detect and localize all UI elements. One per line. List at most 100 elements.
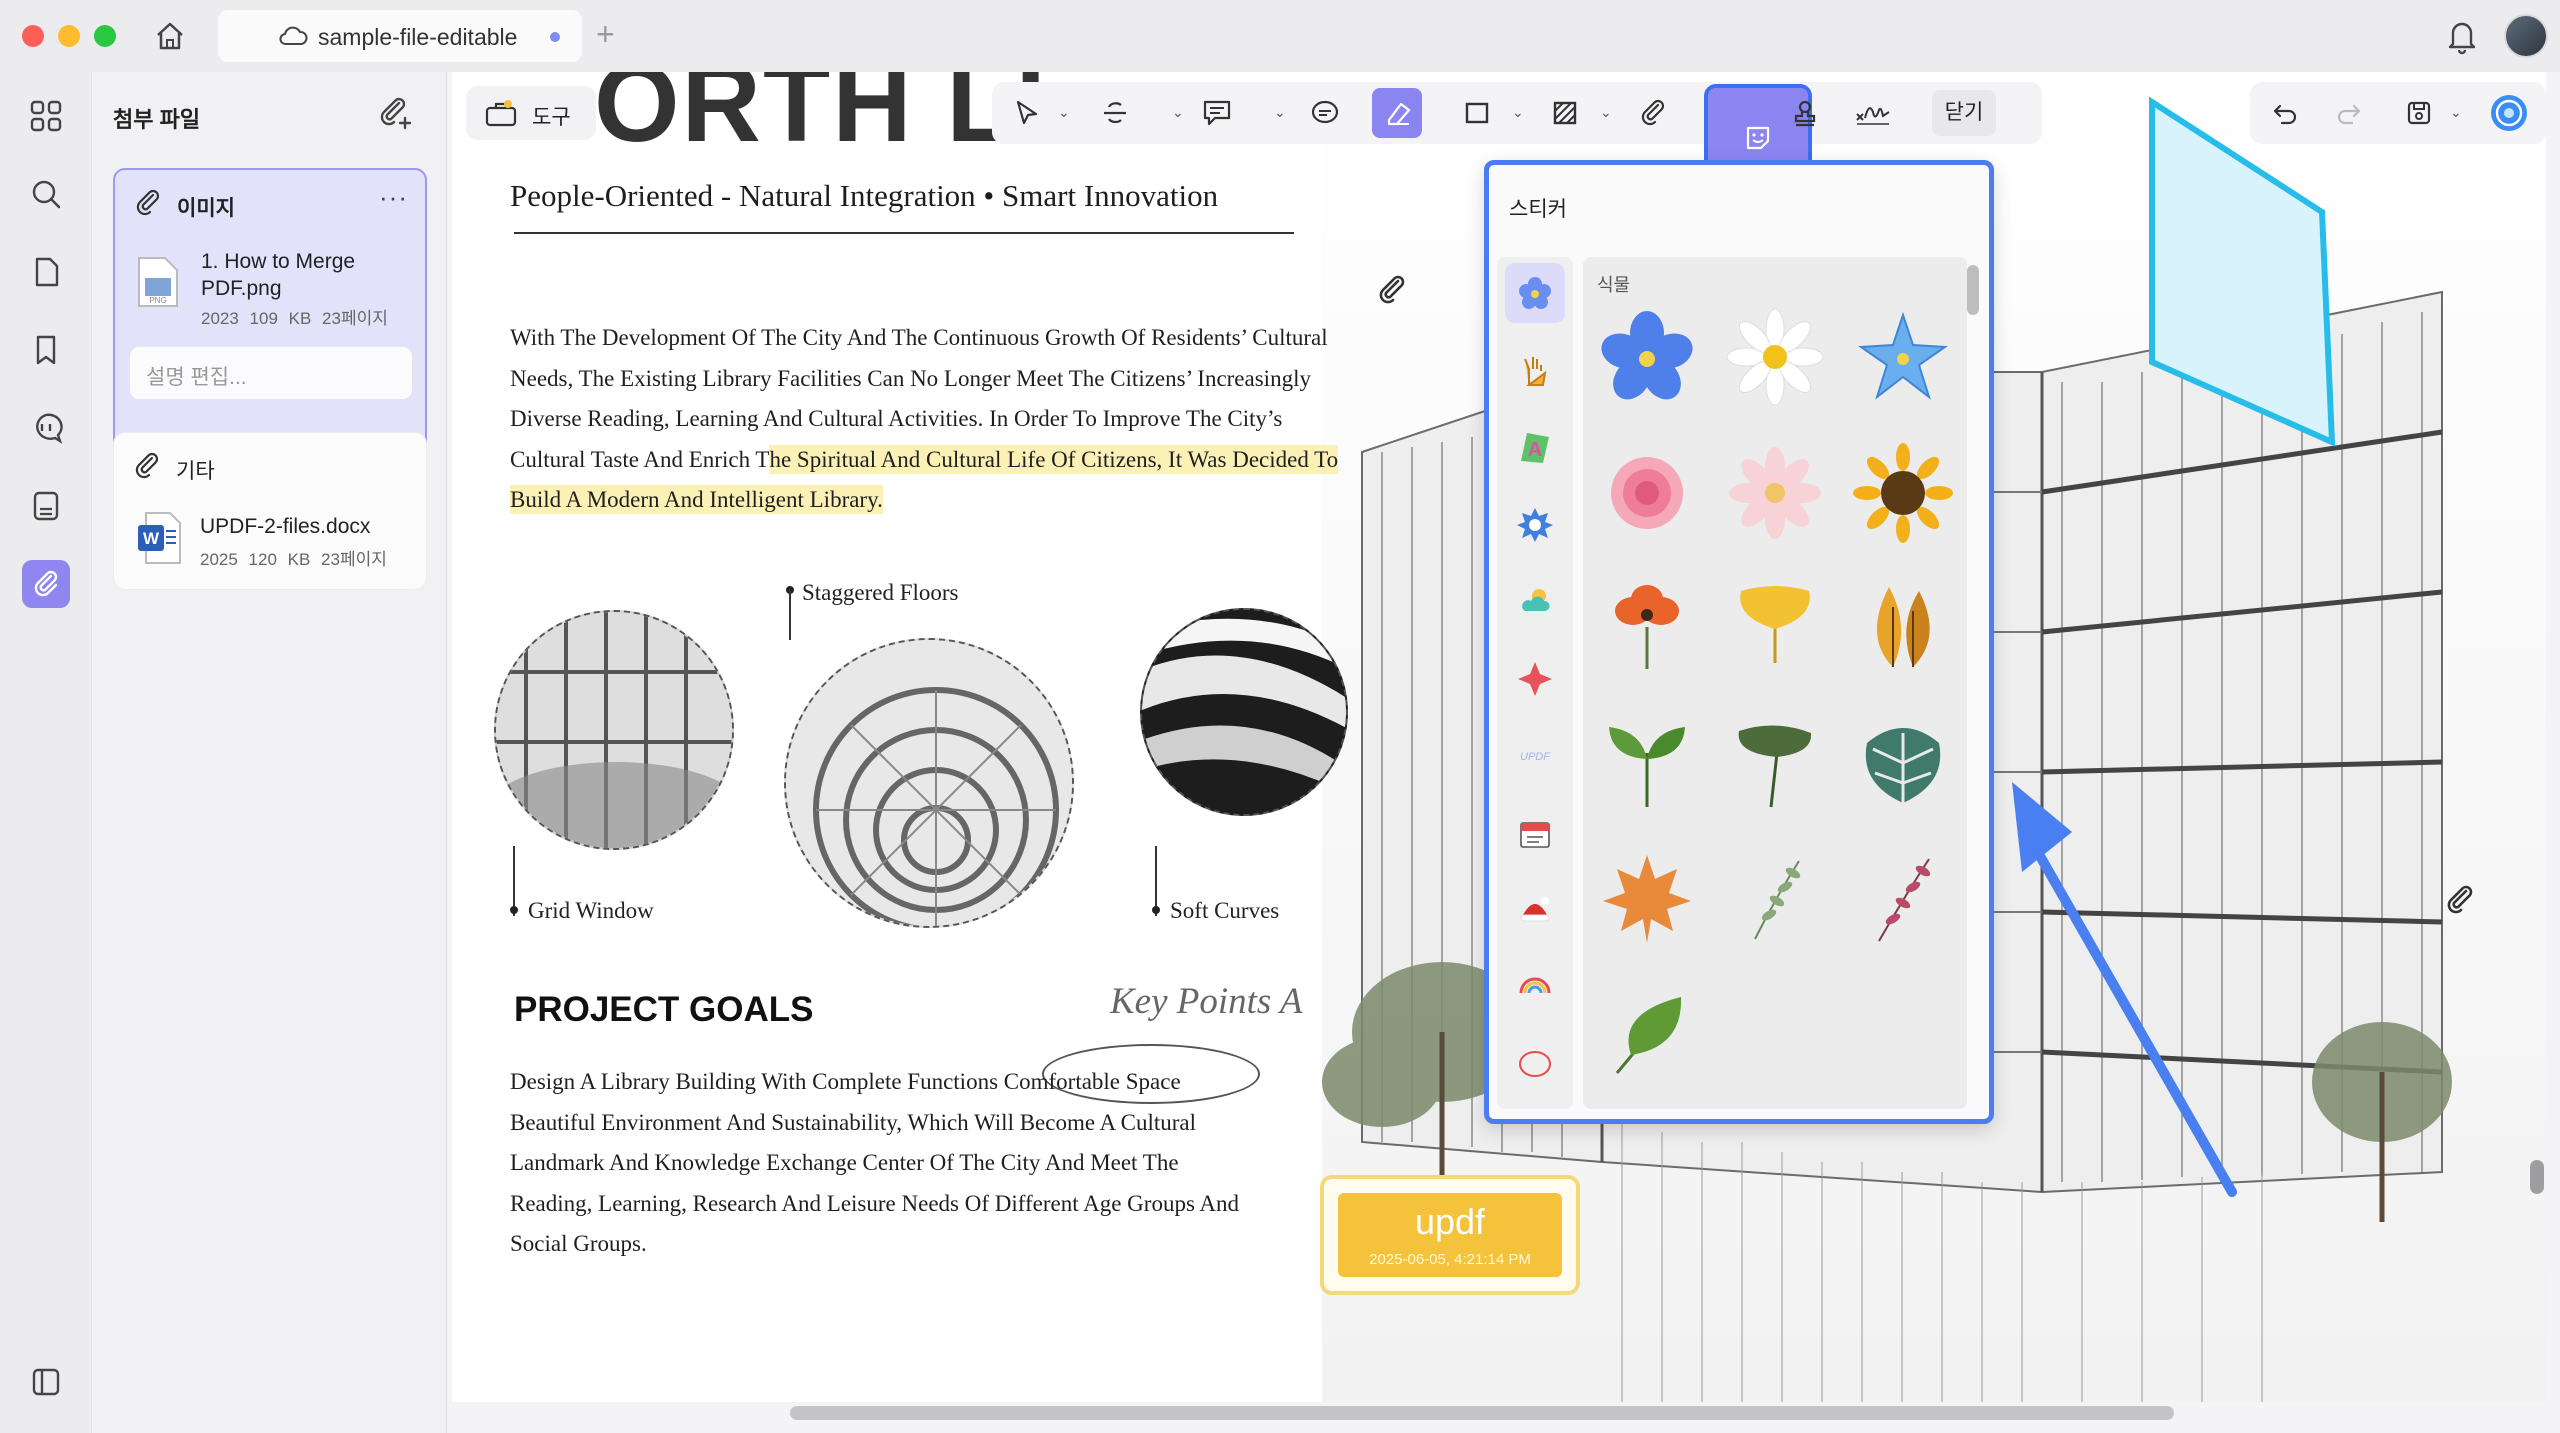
herb-sprig-sticker[interactable]: [1725, 849, 1825, 949]
monstera-leaf-sticker[interactable]: [1853, 713, 1953, 813]
category-emoji-icon[interactable]: [1505, 957, 1565, 1017]
subtitle-rule: [514, 232, 1294, 234]
text-comment-icon[interactable]: [1300, 88, 1350, 138]
add-attachment-icon[interactable]: [375, 92, 415, 137]
undo-icon[interactable]: [2260, 88, 2310, 138]
caption-soft-curves: Soft Curves: [1170, 898, 1280, 923]
bell-icon[interactable]: [2444, 16, 2480, 61]
attachment-card-other[interactable]: 기타 W UPDF-2-files.docx 2025 120 KB 23페이지: [113, 432, 427, 590]
orange-poppy-sticker[interactable]: [1597, 577, 1697, 677]
caption-staggered-floors: Staggered Floors: [802, 580, 959, 605]
attach-file-tool-icon[interactable]: [1628, 88, 1678, 138]
attachment-marker-icon[interactable]: [2442, 882, 2478, 929]
daisy-sticker[interactable]: [1725, 307, 1825, 407]
chevron-down-icon[interactable]: ⌄: [2450, 104, 2462, 121]
group-label-other: 기타: [176, 460, 215, 483]
key-points-handwriting[interactable]: Key Points A: [1110, 980, 1303, 1023]
updf-stamp[interactable]: updf 2025-06-05, 4:21:14 PM: [1320, 1175, 1580, 1295]
comments-icon[interactable]: [22, 404, 70, 452]
vertical-scrollbar[interactable]: [2530, 1160, 2544, 1194]
ginkgo-leaf-sticker[interactable]: [1725, 577, 1825, 677]
category-holiday-icon[interactable]: [1505, 879, 1565, 939]
tools-button[interactable]: 도구: [466, 86, 596, 140]
maple-leaf-sticker[interactable]: [1597, 849, 1697, 949]
area-highlight-tool-icon[interactable]: [1540, 88, 1590, 138]
horizontal-scrollbar[interactable]: [790, 1406, 2174, 1420]
stamp-tool-icon[interactable]: [1780, 88, 1830, 138]
minimize-window-button[interactable]: [58, 25, 80, 47]
sunflower-sticker[interactable]: [1853, 443, 1953, 543]
goals-paragraph: Design A Library Building With Complete …: [510, 1069, 1239, 1257]
chevron-down-icon[interactable]: ⌄: [1172, 104, 1184, 121]
pink-rose-sticker[interactable]: [1597, 443, 1697, 543]
caption-dot: [1152, 906, 1160, 914]
eraser-tool-icon[interactable]: [1372, 88, 1422, 138]
category-weather-icon[interactable]: [1505, 571, 1565, 631]
intro-paragraph: With The Development Of The City And The…: [510, 318, 1350, 521]
tropical-leaf-sticker[interactable]: [1725, 713, 1825, 813]
svg-text:W: W: [143, 529, 160, 548]
soft-curves-photo: [1140, 608, 1348, 816]
pink-daisy-sticker[interactable]: [1725, 443, 1825, 543]
new-tab-button[interactable]: +: [596, 14, 615, 54]
word-file-icon: W: [136, 511, 181, 564]
caption-grid-window: Grid Window: [528, 898, 654, 923]
autumn-leaves-sticker[interactable]: [1853, 577, 1953, 677]
category-gestures-icon[interactable]: [1505, 341, 1565, 401]
document-list-icon[interactable]: [22, 482, 70, 530]
save-icon[interactable]: [2394, 88, 2444, 138]
close-toolbar-button[interactable]: 닫기: [1932, 90, 1996, 136]
red-sprig-sticker[interactable]: [1853, 849, 1953, 949]
sidebar-toggle-icon[interactable]: [22, 1358, 70, 1406]
file-meta: 2025 120 KB 23페이지: [200, 550, 387, 569]
select-tool-icon[interactable]: [1002, 88, 1052, 138]
category-calendar-icon[interactable]: [1505, 803, 1565, 863]
category-comic-icon[interactable]: [1505, 495, 1565, 555]
sticker-panel: 스티커 A UPDF 식물: [1484, 160, 1994, 1124]
category-updf-icon[interactable]: UPDF: [1505, 725, 1565, 785]
thumbnails-icon[interactable]: [22, 92, 70, 140]
rectangle-tool-icon[interactable]: [1452, 88, 1502, 138]
close-window-button[interactable]: [22, 25, 44, 47]
attachments-icon[interactable]: [22, 560, 70, 608]
ai-assistant-icon[interactable]: [2484, 88, 2534, 138]
document-subtitle: People-Oriented - Natural Integration • …: [510, 178, 1219, 213]
chevron-down-icon[interactable]: ⌄: [1512, 104, 1524, 121]
chevron-down-icon[interactable]: ⌄: [1058, 104, 1070, 121]
arrow-annotation[interactable]: [1992, 762, 2252, 1202]
toolbox-icon: [484, 98, 518, 133]
description-input[interactable]: 설명 편집...: [129, 346, 413, 400]
category-letters-icon[interactable]: A: [1505, 417, 1565, 477]
more-options-button[interactable]: ···: [379, 182, 408, 213]
blue-star-flower-sticker[interactable]: [1853, 307, 1953, 407]
home-icon[interactable]: [150, 16, 190, 56]
sticker-grid: 식물: [1583, 257, 1967, 1109]
sticker-section-label: 식물: [1597, 275, 1631, 295]
chevron-down-icon[interactable]: ⌄: [1600, 104, 1612, 121]
pages-icon[interactable]: [22, 248, 70, 296]
sticker-scrollbar[interactable]: [1967, 265, 1979, 315]
redo-icon[interactable]: [2324, 88, 2374, 138]
comment-tool-icon[interactable]: [1192, 88, 1242, 138]
sticker-panel-title: 스티커: [1509, 198, 1567, 221]
avatar[interactable]: [2504, 14, 2548, 58]
search-icon[interactable]: [22, 170, 70, 218]
attachment-marker-icon[interactable]: [1374, 272, 1410, 319]
single-leaf-sticker[interactable]: [1597, 983, 1697, 1083]
chevron-down-icon[interactable]: ⌄: [1274, 104, 1286, 121]
panel-title: 첨부 파일: [113, 107, 201, 132]
green-sprout-sticker[interactable]: [1597, 713, 1697, 813]
staggered-floors-photo: [784, 638, 1074, 928]
category-plants-icon[interactable]: [1505, 263, 1565, 323]
strikethrough-tool-icon[interactable]: [1090, 88, 1140, 138]
zoom-window-button[interactable]: [94, 25, 116, 47]
category-circles-icon[interactable]: [1505, 1033, 1565, 1093]
bookmark-icon[interactable]: [22, 326, 70, 374]
caption-line: [789, 590, 791, 640]
document-tab[interactable]: sample-file-editable: [218, 10, 582, 62]
grid-window-photo: [494, 610, 734, 850]
blue-flower-sticker[interactable]: [1597, 307, 1697, 407]
category-shapes-icon[interactable]: [1505, 649, 1565, 709]
file-name: 1. How to Merge PDF.png: [201, 250, 356, 300]
signature-tool-icon[interactable]: [1848, 88, 1898, 138]
